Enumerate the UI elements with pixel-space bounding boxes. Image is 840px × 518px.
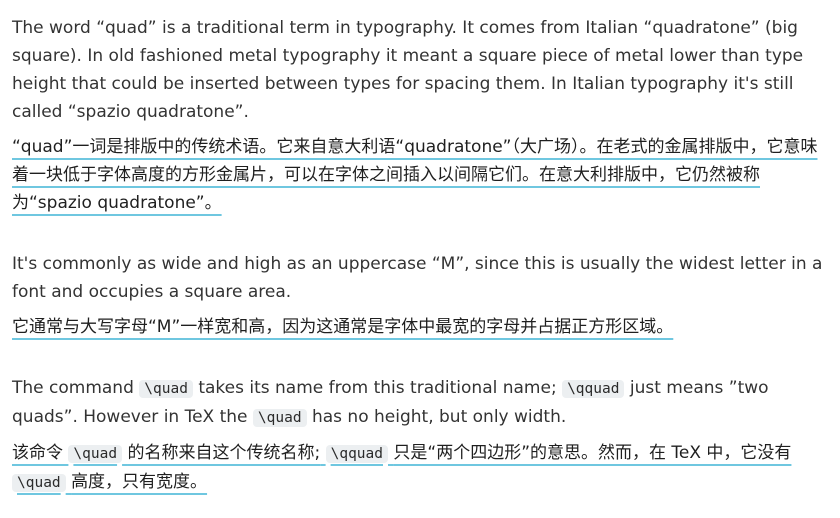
- text-fragment: takes its name from this traditional nam…: [198, 378, 557, 398]
- inline-code-qquad: \qquad: [562, 380, 625, 398]
- text-fragment: 该命令: [12, 443, 63, 463]
- paragraph-quad-command: The command \quad takes its name from th…: [12, 374, 830, 432]
- text-fragment: The command: [12, 378, 134, 398]
- paragraph-quad-origin-translation: “quad”一词是排版中的传统术语。它来自意大利语“quadratone”（大广…: [12, 133, 830, 217]
- inline-code-quad: \quad: [139, 380, 193, 398]
- text-fragment: has no height, but only width.: [311, 407, 567, 427]
- translation-text: 该命令 \quad 的名称来自这个传统名称; \qquad 只是“两个四边形”的…: [12, 443, 791, 492]
- translation-text: “quad”一词是排版中的传统术语。它来自意大利语“quadratone”（大广…: [12, 137, 818, 213]
- paragraph-quad-size: It's commonly as wide and high as an upp…: [12, 254, 823, 302]
- text-fragment: 的名称来自这个传统名称;: [127, 443, 321, 463]
- paragraph-quad-command-translation: 该命令 \quad 的名称来自这个传统名称; \qquad 只是“两个四边形”的…: [12, 439, 830, 497]
- inline-code-qquad: \qquad: [325, 445, 388, 463]
- inline-code-quad: \quad: [252, 409, 307, 427]
- inline-code-quad: \quad: [12, 474, 66, 492]
- paragraph-quad-size-translation: 它通常与大写字母“M”一样宽和高，因为这通常是字体中最宽的字母并占据正方形区域。: [12, 313, 830, 341]
- inline-code-quad: \quad: [68, 445, 123, 463]
- article-content: The word “quad” is a traditional term in…: [0, 0, 840, 497]
- translation-text: 它通常与大写字母“M”一样宽和高，因为这通常是字体中最宽的字母并占据正方形区域。: [12, 317, 674, 337]
- paragraph-quad-origin: The word “quad” is a traditional term in…: [12, 18, 804, 122]
- text-fragment: 高度，只有宽度。: [71, 472, 208, 492]
- text-fragment: 只是“两个四边形”的意思。然而，在 TeX 中，它没有: [393, 443, 792, 463]
